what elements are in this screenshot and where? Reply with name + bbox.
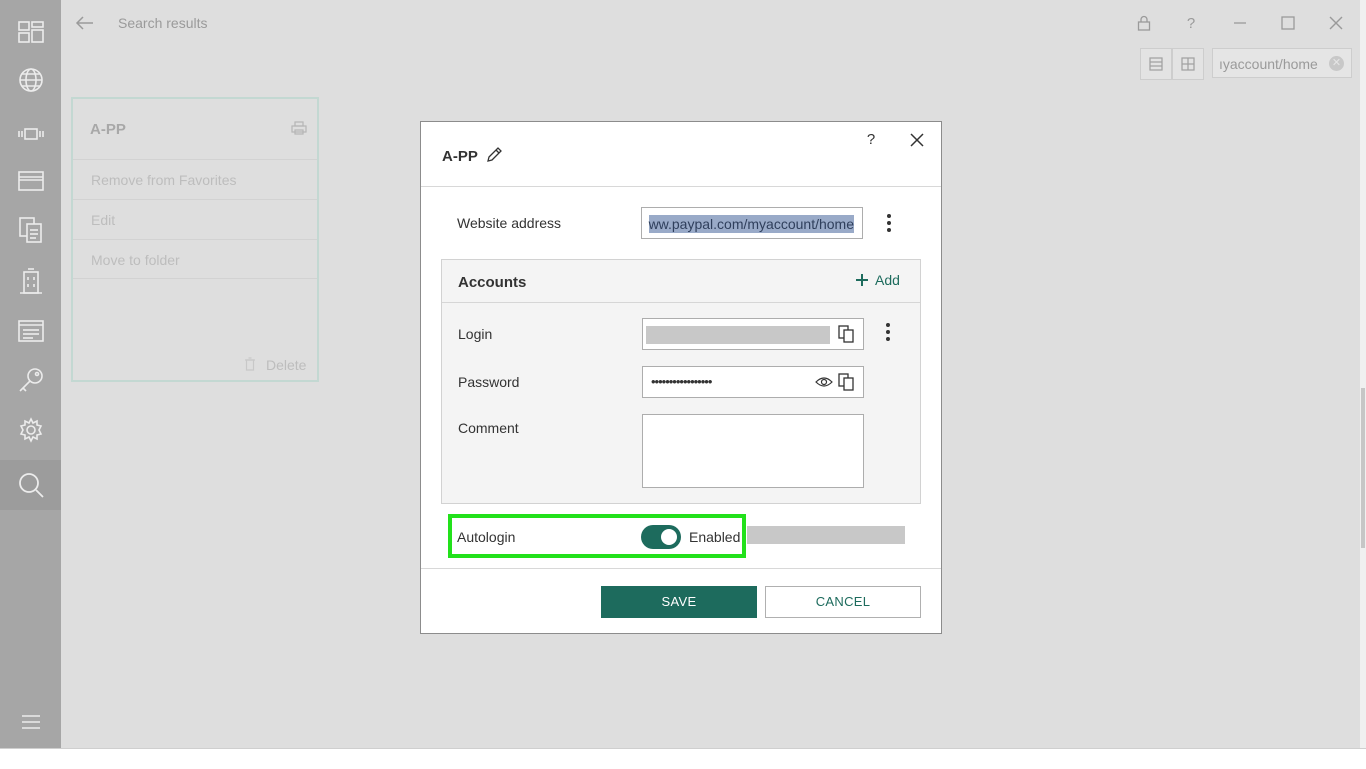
website-more-icon[interactable]: [879, 211, 899, 235]
maximize-icon[interactable]: [1277, 12, 1299, 34]
key-icon[interactable]: [15, 364, 47, 396]
card-title: A-PP: [90, 121, 126, 138]
app-icon[interactable]: [15, 118, 47, 150]
minimize-icon[interactable]: [1229, 12, 1251, 34]
footer-divider: [421, 568, 941, 569]
credit-card-icon[interactable]: [15, 165, 47, 197]
comment-label: Comment: [458, 420, 519, 436]
login-value-redacted: [646, 326, 830, 344]
clear-search-icon[interactable]: ✕: [1329, 56, 1344, 71]
login-more-icon[interactable]: [878, 320, 898, 344]
password-label: Password: [458, 374, 520, 390]
page-title: Search results: [118, 15, 208, 31]
grid-view-icon[interactable]: [1172, 48, 1204, 80]
login-field[interactable]: [642, 318, 864, 350]
scrollbar[interactable]: [1361, 388, 1365, 548]
website-label: Website address: [457, 215, 562, 231]
website-address-input[interactable]: ww.paypal.com/myaccount/home: [641, 207, 863, 239]
password-field[interactable]: •••••••••••••••••: [642, 366, 864, 398]
website-value: ww.paypal.com/myaccount/home: [648, 215, 854, 233]
copy-login-icon[interactable]: [837, 325, 855, 343]
top-bar: [61, 0, 1360, 46]
remove-favorites-item[interactable]: Remove from Favorites: [73, 159, 317, 199]
add-account-button[interactable]: Add: [855, 272, 900, 288]
list-view-icon[interactable]: [1140, 48, 1172, 80]
gear-icon[interactable]: [15, 414, 47, 446]
lock-icon[interactable]: [1133, 12, 1155, 34]
edit-item[interactable]: Edit: [73, 199, 317, 239]
autologin-highlight: [448, 514, 746, 558]
back-arrow-icon[interactable]: [74, 12, 96, 34]
dialog-help-button[interactable]: ?: [861, 130, 881, 150]
documents-icon[interactable]: [15, 214, 47, 246]
password-value: •••••••••••••••••: [651, 374, 712, 389]
accounts-header: Accounts Add: [442, 260, 920, 303]
login-label: Login: [458, 326, 493, 342]
plus-icon: [856, 274, 868, 286]
search-input[interactable]: ıyaccount/home ✕: [1212, 48, 1352, 78]
close-window-icon[interactable]: [1325, 12, 1347, 34]
cancel-button[interactable]: CANCEL: [765, 586, 921, 618]
window-edge: [1360, 0, 1366, 748]
notes-icon[interactable]: [15, 315, 47, 347]
redacted-text: [747, 526, 905, 544]
edit-dialog: A-PP ? Website address ww.paypal.com/mya…: [420, 121, 942, 634]
add-label: Add: [875, 272, 900, 288]
menu-icon[interactable]: [15, 706, 47, 738]
copy-password-icon[interactable]: [837, 373, 855, 391]
print-icon[interactable]: [291, 121, 307, 140]
close-icon[interactable]: [905, 128, 929, 152]
save-button[interactable]: SAVE: [601, 586, 757, 618]
search-value: ıyaccount/home: [1219, 56, 1318, 72]
help-icon[interactable]: ?: [1180, 12, 1202, 34]
header-divider: [421, 186, 941, 187]
dialog-title: A-PP: [442, 148, 478, 165]
trash-icon[interactable]: [244, 357, 256, 376]
sidebar: [0, 0, 61, 748]
comment-field[interactable]: [642, 414, 864, 488]
pencil-icon[interactable]: [485, 146, 505, 166]
delete-button[interactable]: Delete: [266, 357, 306, 373]
building-icon[interactable]: [15, 265, 47, 297]
eye-icon[interactable]: [815, 374, 833, 390]
search-icon[interactable]: [15, 469, 47, 501]
accounts-title: Accounts: [458, 274, 527, 291]
globe-icon[interactable]: [15, 64, 47, 96]
result-card[interactable]: A-PP Remove from Favorites Edit Move to …: [71, 97, 319, 382]
status-strip: [0, 748, 1366, 769]
move-folder-item[interactable]: Move to folder: [73, 239, 317, 279]
dashboard-icon[interactable]: [15, 16, 47, 48]
accounts-section: Accounts Add Login Password ••••••••••••…: [441, 259, 921, 504]
